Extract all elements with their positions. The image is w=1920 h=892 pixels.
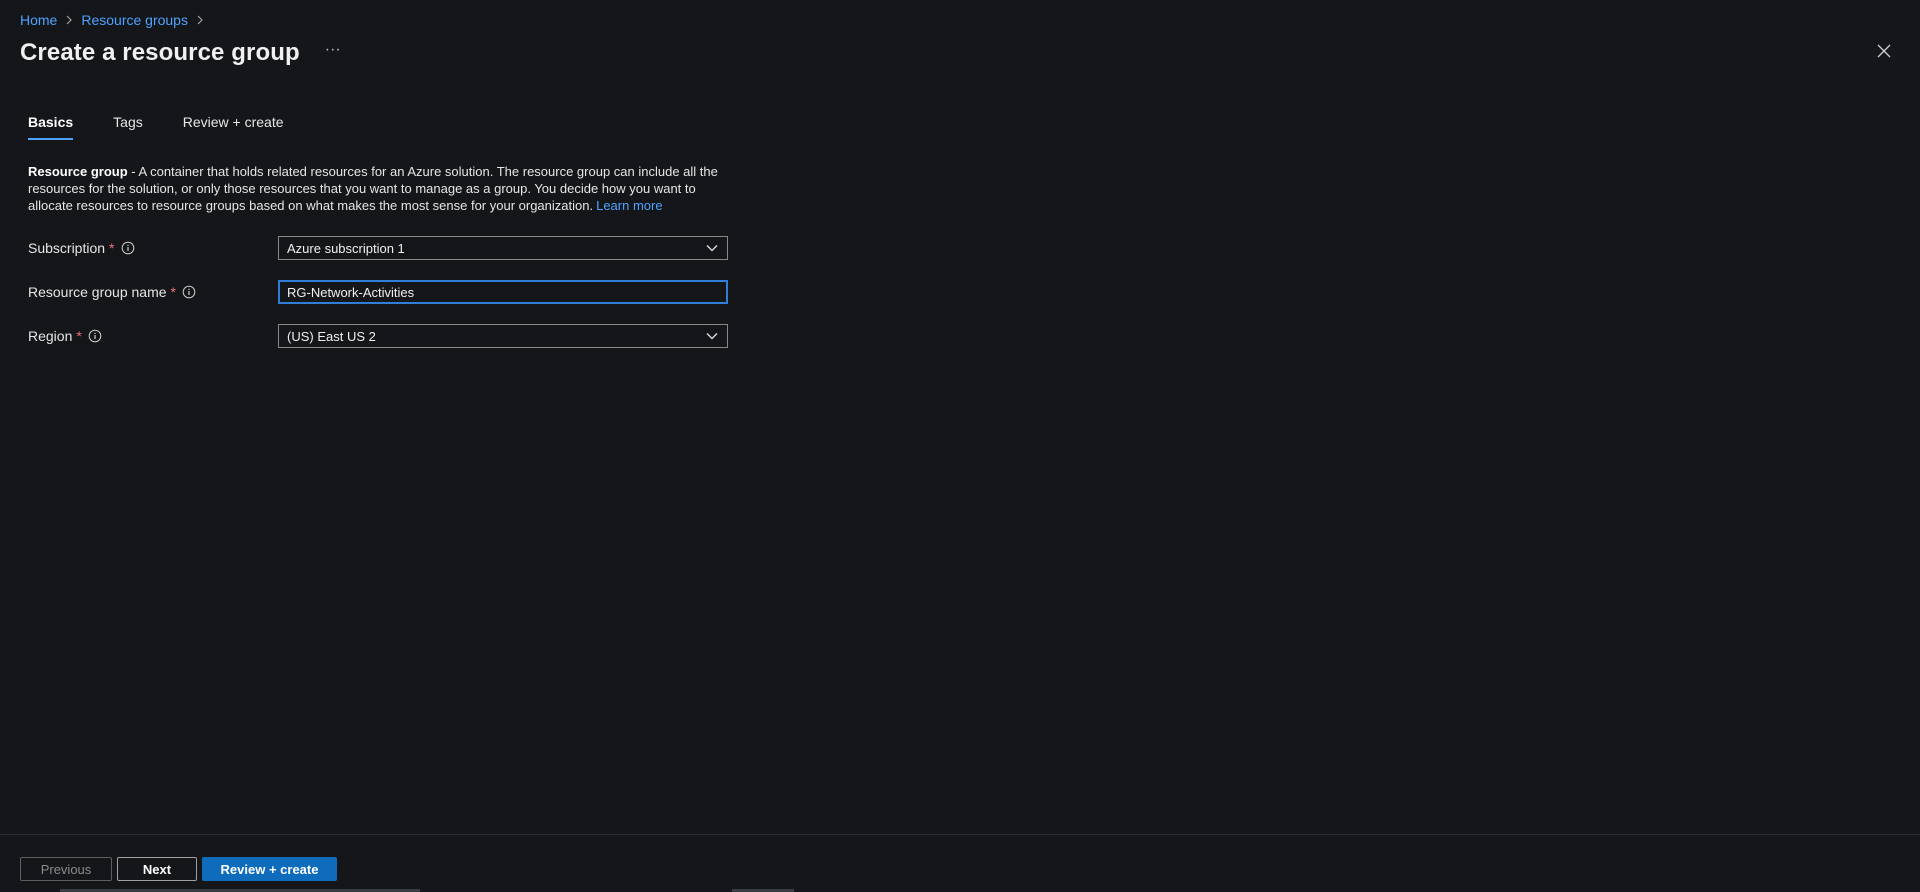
chevron-right-icon <box>196 15 204 25</box>
tab-basics[interactable]: Basics <box>28 110 74 140</box>
subscription-label-group: Subscription * <box>28 240 278 256</box>
region-dropdown[interactable]: (US) East US 2 <box>278 324 728 348</box>
required-marker: * <box>76 328 82 344</box>
subscription-label: Subscription <box>28 240 106 256</box>
more-options-button[interactable]: ··· <box>325 42 341 58</box>
required-marker: * <box>170 284 176 300</box>
region-label-group: Region * <box>28 328 278 344</box>
page-title: Create a resource group <box>20 39 300 66</box>
description-lead: Resource group <box>28 164 128 179</box>
review-create-button[interactable]: Review + create <box>202 857 337 881</box>
close-icon <box>1877 44 1891 58</box>
tab-review-create[interactable]: Review + create <box>183 110 284 140</box>
breadcrumb-resource-groups-link[interactable]: Resource groups <box>81 12 188 28</box>
previous-button[interactable]: Previous <box>20 857 112 881</box>
resource-group-name-row: Resource group name * RG-Network-Activit… <box>28 280 728 304</box>
title-row: Create a resource group ··· <box>20 37 341 69</box>
resource-group-name-label-group: Resource group name * <box>28 284 278 300</box>
region-selected-value: (US) East US 2 <box>287 328 376 344</box>
chevron-right-icon <box>65 15 73 25</box>
learn-more-link[interactable]: Learn more <box>596 198 662 213</box>
resource-group-name-input[interactable]: RG-Network-Activities <box>278 280 728 304</box>
resource-group-description: Resource group - A container that holds … <box>28 163 728 214</box>
breadcrumb: Home Resource groups <box>20 10 212 30</box>
region-label: Region <box>28 328 73 344</box>
chevron-down-icon <box>706 333 718 340</box>
footer-bar: Previous Next Review + create <box>0 834 1920 892</box>
resource-group-name-value: RG-Network-Activities <box>287 284 415 300</box>
next-button[interactable]: Next <box>117 857 197 881</box>
required-marker: * <box>109 240 115 256</box>
subscription-row: Subscription * Azure subscription 1 <box>28 236 728 260</box>
info-icon[interactable] <box>182 285 196 299</box>
resource-group-name-label: Resource group name <box>28 284 167 300</box>
close-button[interactable] <box>1876 43 1892 59</box>
region-row: Region * (US) East US 2 <box>28 324 728 348</box>
subscription-selected-value: Azure subscription 1 <box>287 240 405 256</box>
subscription-dropdown[interactable]: Azure subscription 1 <box>278 236 728 260</box>
info-icon[interactable] <box>121 241 135 255</box>
breadcrumb-home-link[interactable]: Home <box>20 12 57 28</box>
chevron-down-icon <box>706 245 718 252</box>
tab-bar: Basics Tags Review + create <box>28 110 324 142</box>
tab-tags[interactable]: Tags <box>113 110 143 140</box>
info-icon[interactable] <box>88 329 102 343</box>
